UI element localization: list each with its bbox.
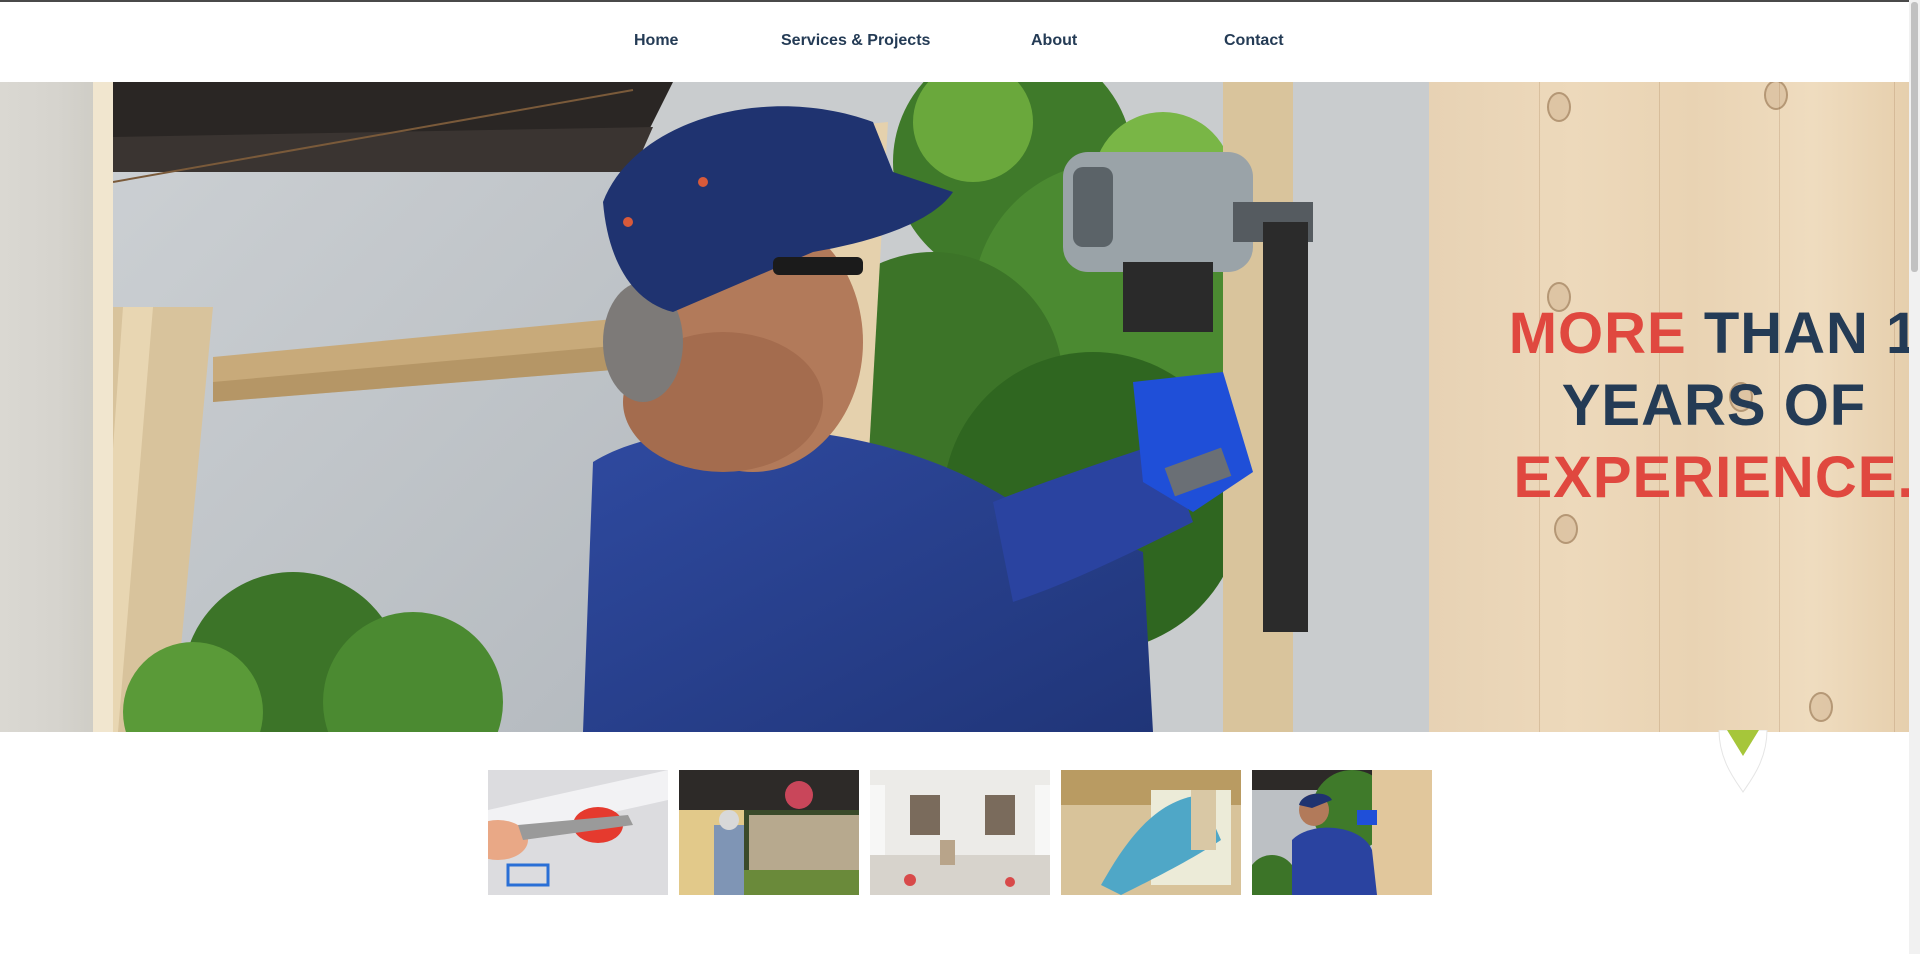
hero-banner: MORE THAN 1 YEARS OF EXPERIENCE. — [0, 82, 1909, 732]
hero-headline: MORE THAN 1 YEARS OF EXPERIENCE. — [1494, 298, 1909, 514]
room-renovation-photo-icon — [870, 770, 1050, 895]
map-pin-icon — [1711, 729, 1775, 794]
wall-brushing-photo-icon — [1061, 770, 1241, 895]
project-gallery — [488, 770, 1433, 895]
thumbnail-fence-building[interactable] — [679, 770, 859, 895]
thumbnail-fence-nailing[interactable] — [1252, 770, 1432, 895]
thumbnail-painting-trim[interactable] — [488, 770, 668, 895]
thumbnail-room-renovation[interactable] — [870, 770, 1050, 895]
page-scrollbar[interactable] — [1909, 0, 1920, 954]
headline-line-2: YEARS OF — [1561, 373, 1867, 438]
nav-services-projects-link[interactable]: Services & Projects — [781, 32, 930, 50]
nav-about-link[interactable]: About — [1031, 32, 1077, 50]
fence-nailing-photo-icon — [1252, 770, 1432, 895]
scrollbar-thumb[interactable] — [1911, 2, 1918, 272]
thumbnail-wall-brushing[interactable] — [1061, 770, 1241, 895]
headline-more: MORE — [1508, 301, 1687, 366]
headline-than: THAN 1 — [1686, 301, 1909, 366]
headline-line-1: MORE THAN 1 — [1494, 298, 1909, 370]
hero-left-siding — [0, 82, 113, 732]
hero-worker-photo — [113, 82, 1429, 732]
page: Home Services & Projects About Contact M… — [0, 0, 1920, 954]
painting-trim-photo-icon — [488, 770, 668, 895]
headline-line-3: EXPERIENCE. — [1513, 445, 1910, 510]
nav-home-link[interactable]: Home — [634, 32, 678, 50]
fence-building-photo-icon — [679, 770, 859, 895]
main-nav: Home Services & Projects About Contact — [0, 2, 1909, 82]
nav-contact-link[interactable]: Contact — [1224, 32, 1284, 50]
